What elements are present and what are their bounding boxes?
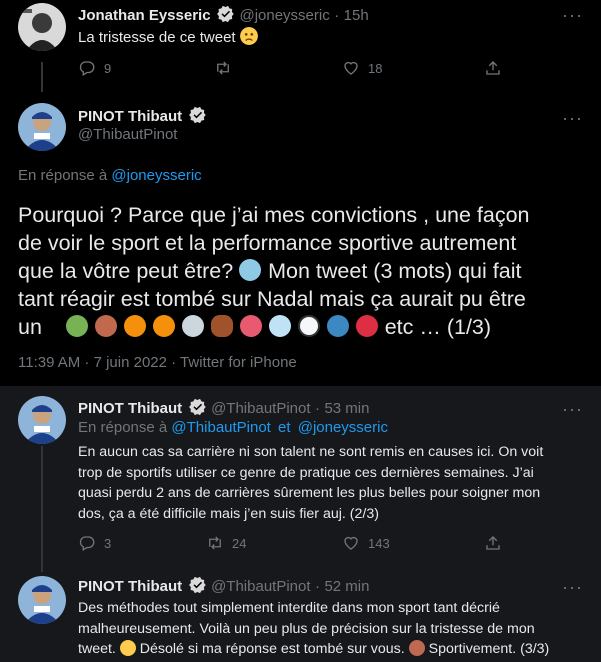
author-handle[interactable]: @ThibautPinot (211, 400, 310, 417)
reply-icon (79, 61, 95, 76)
snowboard-emoji (268, 315, 291, 337)
tweet-text-line: Des méthodes tout simplement interdite d… (78, 600, 500, 616)
timestamp[interactable]: 15h (344, 7, 369, 24)
tweet-meta[interactable]: 11:39 AM · 7 juin 2022 · Twitter for iPh… (18, 354, 297, 371)
author-handle[interactable]: @joneysseric (239, 7, 329, 24)
reply-context-handle[interactable]: @ThibautPinot (171, 419, 270, 436)
author-name[interactable]: Jonathan Eysseric (78, 7, 211, 24)
reply-context-handle[interactable]: @joneysseric (111, 167, 201, 184)
verified-icon (188, 106, 206, 124)
verified-icon (188, 576, 206, 594)
like-button[interactable]: 143 (342, 534, 390, 552)
grimacing-emoji (119, 640, 136, 656)
reply-context-handle[interactable]: @joneysseric (298, 419, 388, 436)
main-text-segment: un (18, 315, 42, 339)
more-icon[interactable]: ··· (562, 578, 583, 596)
thread-connector (41, 446, 43, 564)
timestamp[interactable]: 52 min (324, 578, 369, 595)
weightlifting-emoji (239, 315, 262, 337)
like-count: 18 (368, 60, 383, 76)
tweet-text-line: quasi perdu 2 ans de carrières sûrement … (78, 485, 541, 501)
author-name[interactable]: PINOT Thibaut (78, 578, 182, 595)
tweet-text-line: En aucun cas sa carrière ni son talent n… (78, 444, 544, 460)
golf-emoji (65, 315, 88, 337)
main-text-segment: etc … (1/3) (384, 315, 492, 339)
retweet-count: 24 (232, 535, 247, 551)
like-button[interactable]: 18 (342, 59, 382, 77)
tweet-text-segment: Sportivement. (3/3) (428, 641, 550, 657)
tweet-text-line: dos, ça a été difficile mais j’en suis f… (78, 505, 379, 522)
tweet-text: La tristesse de ce tweet (78, 29, 236, 46)
thread-connector (41, 564, 43, 572)
retweet-icon (209, 536, 221, 550)
basketball-emoji (152, 315, 175, 337)
like-count: 143 (368, 535, 390, 551)
retweet-icon (217, 61, 229, 75)
separator-dot: · (334, 7, 340, 24)
cycling-emoji (355, 315, 378, 337)
timestamp[interactable]: 53 min (324, 400, 369, 417)
avatar-pinot[interactable] (18, 396, 66, 444)
like-icon (344, 536, 358, 550)
main-text-segment: Mon tweet (3 mots) qui fait (268, 259, 522, 283)
football-emoji (210, 315, 233, 337)
author-name[interactable]: PINOT Thibaut (78, 108, 182, 125)
reply-context-and: et (278, 419, 291, 436)
retweet-button[interactable]: 24 (206, 534, 246, 552)
avatar-pinot[interactable] (18, 103, 66, 151)
verified-icon (188, 398, 206, 416)
main-text-line: un etc … (1/3) (18, 313, 530, 341)
main-text-line: de voir le sport et la performance sport… (18, 231, 517, 255)
sad-face-emoji (239, 27, 258, 45)
reply-context-label: En réponse à (18, 167, 108, 184)
main-text-line: tant réagir est tombé sur Nadal mais ça … (18, 287, 526, 311)
tweet-text-segment: tweet. (78, 641, 116, 657)
thread-connector (41, 62, 43, 92)
reply-context-label: En réponse à (78, 419, 168, 436)
more-icon[interactable]: ··· (562, 109, 583, 127)
author-handle[interactable]: @ThibautPinot (78, 126, 177, 143)
reply-icon (79, 536, 95, 551)
share-button[interactable] (484, 59, 510, 77)
tweet-text-line: trop de sportifs utiliser ce genre de pr… (78, 464, 534, 481)
more-icon[interactable]: ··· (562, 6, 583, 24)
see-no-evil-monkey-emoji (408, 640, 425, 656)
author-name[interactable]: PINOT Thibaut (78, 400, 182, 417)
like-icon (344, 61, 358, 75)
more-icon[interactable]: ··· (562, 400, 583, 418)
shrug-emoji (239, 259, 262, 281)
avatar-pinot[interactable] (18, 576, 66, 624)
handball-emoji (123, 315, 146, 337)
share-icon (486, 536, 500, 550)
soccer-emoji (297, 315, 320, 337)
share-icon (486, 61, 500, 75)
reply-count: 9 (104, 60, 112, 76)
share-button[interactable] (484, 534, 510, 552)
tweet-text-line: tweet. Désolé si ma réponse est tombé su… (78, 639, 549, 660)
horse-racing-emoji (94, 315, 117, 337)
author-handle[interactable]: @ThibautPinot (211, 578, 310, 595)
retweet-button[interactable] (214, 59, 240, 77)
main-text-line: Pourquoi ? Parce que j’ai mes conviction… (18, 203, 530, 227)
separator-dot: · (314, 578, 320, 595)
tweet-text-segment: Désolé si ma réponse est tombé sur vous. (139, 641, 405, 657)
avatar-jonathan[interactable] (18, 3, 66, 51)
verified-icon (217, 5, 234, 23)
reply-count: 3 (104, 535, 112, 551)
surfing-emoji (326, 315, 349, 337)
reply-button[interactable]: 9 (78, 59, 111, 77)
main-text-segment: que la vôtre peut être? (18, 259, 234, 283)
tweet-text-line: malheureusement. Voilà un peu plus de pr… (78, 620, 535, 637)
fencing-emoji (181, 315, 204, 337)
reply-button[interactable]: 3 (78, 534, 111, 552)
separator-dot: · (314, 400, 320, 417)
main-text-line: que la vôtre peut être? Mon tweet (3 mot… (18, 257, 530, 285)
